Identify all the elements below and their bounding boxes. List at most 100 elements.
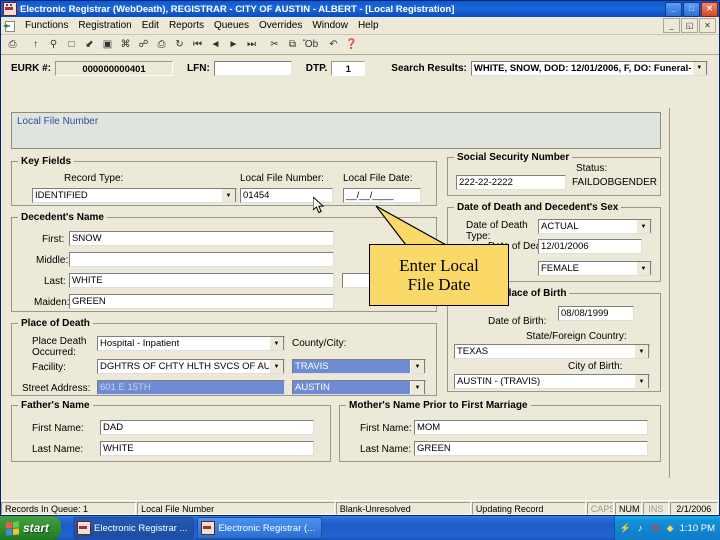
place-death-occurred-label: Place Death Occurred:	[32, 336, 104, 358]
tray-clock[interactable]: 1:10 PM	[680, 523, 715, 534]
chevron-down-icon[interactable]: ▼	[636, 261, 651, 276]
previous-record-icon[interactable]: ◄	[207, 37, 224, 53]
cut-icon[interactable]: ✂	[266, 37, 283, 53]
windows-flag-icon	[6, 521, 19, 535]
callout-line-1: Enter Local	[399, 256, 479, 275]
menu-item-registration[interactable]: Registration	[73, 19, 136, 32]
key-fields-group: Key Fields Record Type: IDENTIFIED ▼ Loc…	[11, 156, 437, 206]
street-address-label: Street Address:	[22, 383, 90, 394]
first-record-icon[interactable]: ⏮	[189, 37, 206, 53]
search-results-combo[interactable]: WHITE, SNOW, DOD: 12/01/2006, F, DO: Fun…	[471, 61, 708, 76]
mdi-restore-button[interactable]: ◱	[681, 18, 698, 33]
place-death-occurred-combo[interactable]: Hospital - Inpatient ▼	[97, 336, 285, 351]
dod-type-combo[interactable]: ACTUAL ▼	[538, 219, 652, 234]
start-button[interactable]: start	[0, 516, 61, 540]
last-name-label: Last:	[44, 276, 66, 287]
save-icon[interactable]: ▣	[99, 37, 116, 53]
network-icon[interactable]: ⚡	[620, 523, 631, 534]
chevron-down-icon[interactable]: ▼	[221, 188, 236, 203]
status-action: Updating Record	[472, 502, 586, 515]
copy-icon[interactable]: ⧉	[284, 37, 301, 53]
street-address-input[interactable]: 601 E 15TH	[97, 380, 285, 395]
save-record-icon[interactable]: ⬋	[81, 37, 98, 53]
decedent-middle-name-input[interactable]	[69, 252, 334, 267]
dob-input[interactable]: 08/08/1999	[558, 306, 634, 321]
dod-type-value: ACTUAL	[539, 220, 636, 233]
paste-icon[interactable]: Ὄb	[302, 37, 319, 53]
chevron-down-icon[interactable]: ▼	[410, 380, 425, 395]
mother-first-name-input[interactable]: MOM	[414, 420, 648, 435]
last-record-icon[interactable]: ⏭	[243, 37, 260, 53]
print-preview-icon[interactable]: ⎙	[4, 37, 21, 53]
undo-icon[interactable]: ↶	[325, 37, 342, 53]
menu-item-reports[interactable]: Reports	[164, 19, 209, 32]
find-icon[interactable]: ⚲	[45, 37, 62, 53]
chevron-down-icon[interactable]: ▼	[636, 219, 651, 234]
decedent-maiden-name-input[interactable]: GREEN	[69, 294, 334, 309]
next-record-icon[interactable]: ►	[225, 37, 242, 53]
shield-icon[interactable]: ◆	[665, 523, 676, 534]
dtp-value: 1	[331, 61, 365, 76]
mdi-minimize-button[interactable]: _	[663, 18, 680, 33]
menu-item-queues[interactable]: Queues	[209, 19, 254, 32]
taskbar-button-2[interactable]: Electronic Registrar (...	[197, 517, 322, 539]
sex-value: FEMALE	[539, 262, 636, 275]
eurk-value: 000000000401	[55, 61, 173, 76]
menu-item-window[interactable]: Window	[307, 19, 353, 32]
menu-item-edit[interactable]: Edit	[137, 19, 164, 32]
birth-city-value: AUSTIN - (TRAVIS)	[455, 375, 634, 388]
lfn-label: LFN:	[187, 63, 210, 74]
birth-city-combo[interactable]: AUSTIN - (TRAVIS) ▼	[454, 374, 650, 389]
decedent-last-name-input[interactable]: WHITE	[69, 273, 334, 288]
volume-icon[interactable]: ♪	[635, 523, 646, 534]
county-value: TRAVIS	[293, 360, 410, 373]
ssn-input[interactable]: 222-22-2222	[456, 175, 566, 190]
status-date: 2/1/2006	[670, 502, 718, 515]
chevron-down-icon[interactable]: ▼	[269, 336, 284, 351]
print-icon[interactable]: ⎙	[153, 37, 170, 53]
sex-combo[interactable]: FEMALE ▼	[538, 261, 652, 276]
callout-line-2: File Date	[408, 275, 471, 294]
minimize-button[interactable]: _	[665, 2, 682, 17]
local-file-number-banner: Local File Number	[11, 112, 661, 149]
refresh-icon[interactable]: ↻	[171, 37, 188, 53]
facility-combo[interactable]: DGHTRS OF CHTY HLTH SVCS OF AUSTI ▼	[97, 359, 285, 374]
mdi-close-button[interactable]: ✕	[699, 18, 716, 33]
new-record-icon[interactable]: ↑	[27, 37, 44, 53]
mother-name-legend: Mother's Name Prior to First Marriage	[346, 400, 531, 411]
certify-icon[interactable]: ⌘	[117, 37, 134, 53]
menu-item-help[interactable]: Help	[353, 19, 384, 32]
local-file-date-input[interactable]: __/__/____	[343, 188, 421, 203]
menu-item-functions[interactable]: Functions	[20, 19, 73, 32]
lfn-input[interactable]	[214, 61, 292, 76]
status-caps: CAPS	[587, 502, 614, 515]
attach-icon[interactable]: ☍	[135, 37, 152, 53]
chevron-down-icon[interactable]: ▼	[634, 344, 649, 359]
record-type-combo[interactable]: IDENTIFIED ▼	[32, 188, 237, 203]
search-results-value: WHITE, SNOW, DOD: 12/01/2006, F, DO: Fun…	[472, 62, 692, 75]
norton-icon[interactable]: N	[650, 523, 661, 534]
father-last-name-input[interactable]: WHITE	[100, 441, 314, 456]
maximize-button[interactable]: □	[683, 2, 700, 17]
chevron-down-icon[interactable]: ▼	[634, 374, 649, 389]
chevron-down-icon[interactable]: ▼	[410, 359, 425, 374]
decedent-first-name-input[interactable]: SNOW	[69, 231, 334, 246]
dod-input[interactable]: 12/01/2006	[538, 239, 642, 254]
chevron-down-icon[interactable]: ▼	[692, 61, 707, 76]
record-type-value: IDENTIFIED	[33, 189, 221, 202]
blank-page-icon[interactable]: □	[63, 37, 80, 53]
help-icon[interactable]: ❓	[343, 37, 360, 53]
city-combo[interactable]: AUSTIN ▼	[292, 380, 426, 395]
chevron-down-icon[interactable]: ▼	[269, 359, 284, 374]
taskbar-button-1[interactable]: Electronic Registrar ...	[73, 517, 194, 539]
father-first-name-input[interactable]: DAD	[100, 420, 314, 435]
mother-last-name-input[interactable]: GREEN	[414, 441, 648, 456]
birth-state-combo[interactable]: TEXAS ▼	[454, 344, 650, 359]
ssn-status-value: FAILDOBGENDER	[572, 177, 657, 188]
county-combo[interactable]: TRAVIS ▼	[292, 359, 426, 374]
menu-item-overrides[interactable]: Overrides	[254, 19, 307, 32]
taskbar: start Electronic Registrar ... Electroni…	[0, 516, 720, 540]
county-city-label: County/City:	[292, 338, 346, 349]
close-button[interactable]: ✕	[701, 2, 718, 17]
application-icon	[3, 2, 17, 16]
